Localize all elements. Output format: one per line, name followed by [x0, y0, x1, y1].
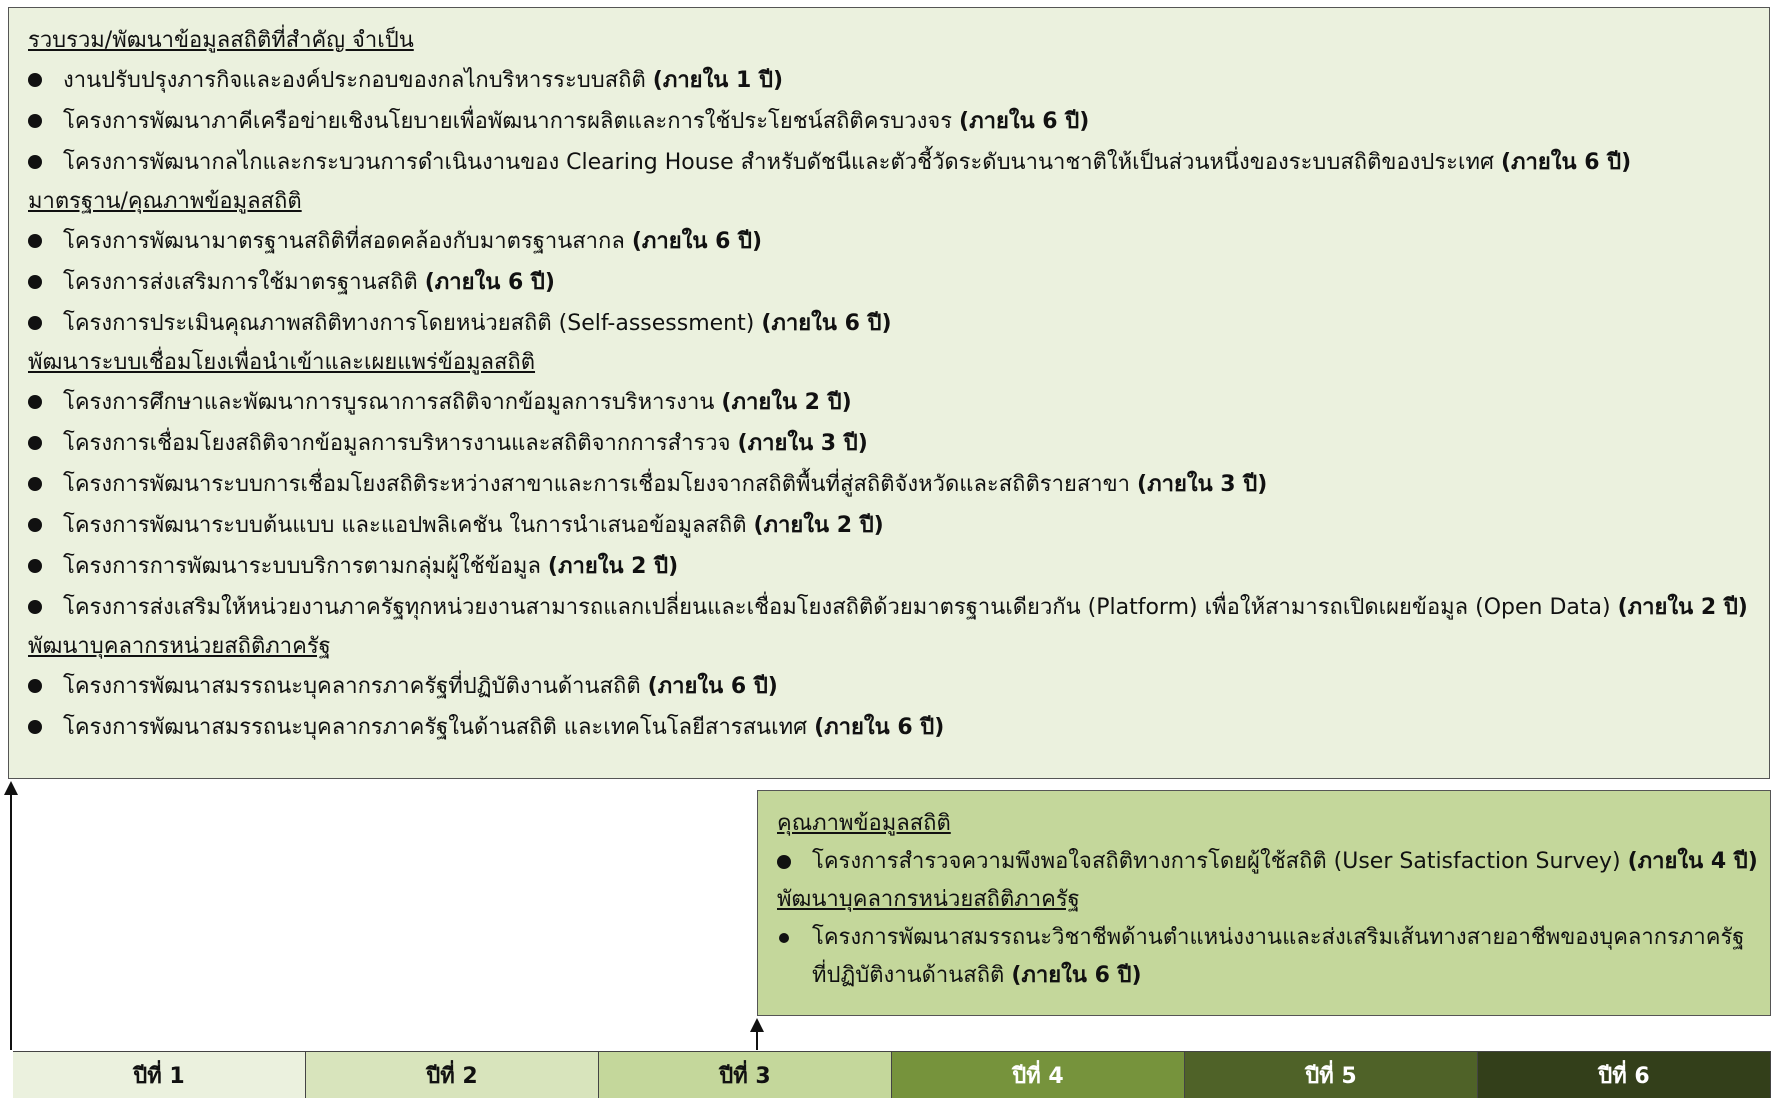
year-cell: ปีที่ 1	[13, 1052, 306, 1098]
arrow-up-year1	[4, 781, 18, 1050]
section-title: มาตรฐาน/คุณภาพข้อมูลสถิติ	[28, 189, 302, 214]
bullet-icon	[28, 518, 42, 532]
list-item: โครงการพัฒนาสมรรถนะวิชาชีพด้านตำแหน่งงาน…	[777, 919, 1770, 957]
item-text: โครงการประเมินคุณภาพสถิติทางการโดยหน่วยส…	[63, 311, 755, 336]
bullet-icon	[28, 720, 42, 734]
bullet-icon	[28, 275, 42, 289]
section-title: คุณภาพข้อมูลสถิติ	[777, 811, 951, 836]
list-item: โครงการพัฒนาสมรรถนะบุคลากรภาครัฐที่ปฏิบั…	[28, 666, 1769, 707]
item-period: (ภายใน 6 ปี)	[1011, 963, 1142, 988]
item-text: โครงการพัฒนาภาคีเครือข่ายเชิงนโยบายเพื่อ…	[63, 109, 953, 134]
bullet-icon	[28, 559, 42, 573]
bullet-icon	[28, 395, 42, 409]
item-text: โครงการส่งเสริมให้หน่วยงานภาครัฐทุกหน่วย…	[63, 595, 1611, 620]
bullet-icon	[28, 600, 42, 614]
bullet-icon	[779, 933, 789, 943]
year-timeline: ปีที่ 1 ปีที่ 2 ปีที่ 3 ปีที่ 4 ปีที่ 5 ปีที่…	[13, 1051, 1771, 1098]
list-item: โครงการส่งเสริมการใช้มาตรฐานสถิติ (ภายใน…	[28, 262, 1769, 303]
list-item: โครงการสำรวจความพึงพอใจสถิติทางการโดยผู้…	[777, 843, 1770, 881]
item-text: งานปรับปรุงภารกิจและองค์ประกอบของกลไกบริ…	[63, 68, 646, 93]
item-period: (ภายใน 1 ปี)	[652, 68, 783, 93]
item-text: โครงการศึกษาและพัฒนาการบูรณาการสถิติจากข…	[63, 390, 722, 415]
year-cell: ปีที่ 4	[892, 1052, 1185, 1098]
list-item: โครงการประเมินคุณภาพสถิติทางการโดยหน่วยส…	[28, 303, 1769, 344]
item-text: โครงการพัฒนากลไกและกระบวนการดำเนินงานของ…	[63, 150, 1494, 175]
item-period: (ภายใน 4 ปี)	[1627, 849, 1758, 874]
item-text: โครงการส่งเสริมการใช้มาตรฐานสถิติ	[63, 270, 418, 295]
item-text: ที่ปฏิบัติงานด้านสถิติ	[812, 963, 1005, 988]
section-title: พัฒนาบุคลากรหน่วยสถิติภาครัฐ	[28, 634, 331, 659]
bullet-icon	[28, 436, 42, 450]
list-item-continued: ที่ปฏิบัติงานด้านสถิติ (ภายใน 6 ปี)	[777, 957, 1770, 995]
list-item: โครงการพัฒนามาตรฐานสถิติที่สอดคล้องกับมา…	[28, 221, 1769, 262]
item-text: โครงการสำรวจความพึงพอใจสถิติทางการโดยผู้…	[812, 849, 1621, 874]
item-period: (ภายใน 2 ปี)	[753, 513, 884, 538]
item-period: (ภายใน 6 ปี)	[814, 715, 945, 740]
bullet-icon	[777, 855, 791, 869]
year-cell: ปีที่ 3	[599, 1052, 892, 1098]
projects-panel-year3: คุณภาพข้อมูลสถิติ โครงการสำรวจความพึงพอใ…	[757, 790, 1771, 1016]
item-period: (ภายใน 6 ปี)	[631, 229, 763, 254]
list-item: โครงการพัฒนาภาคีเครือข่ายเชิงนโยบายเพื่อ…	[28, 101, 1769, 142]
list-item: โครงการพัฒนากลไกและกระบวนการดำเนินงานของ…	[28, 142, 1769, 183]
section-title: รวบรวม/พัฒนาข้อมูลสถิติที่สำคัญ จำเป็น	[28, 28, 414, 53]
item-period: (ภายใน 3 ปี)	[737, 431, 868, 456]
item-text: โครงการพัฒนาสมรรถนะบุคลากรภาครัฐที่ปฏิบั…	[63, 674, 641, 699]
section-title: พัฒนาบุคลากรหน่วยสถิติภาครัฐ	[777, 887, 1080, 912]
item-period: (ภายใน 6 ปี)	[1500, 150, 1632, 175]
item-text: โครงการพัฒนาสมรรถนะบุคลากรภาครัฐในด้านสถ…	[63, 715, 808, 740]
item-text: โครงการพัฒนาสมรรถนะวิชาชีพด้านตำแหน่งงาน…	[812, 925, 1745, 950]
bullet-icon	[28, 155, 42, 169]
item-period: (ภายใน 2 ปี)	[1617, 595, 1748, 620]
bullet-icon	[28, 316, 42, 330]
list-item: โครงการส่งเสริมให้หน่วยงานภาครัฐทุกหน่วย…	[28, 587, 1769, 628]
list-item: โครงการพัฒนาสมรรถนะบุคลากรภาครัฐในด้านสถ…	[28, 707, 1769, 748]
list-item: โครงการการพัฒนาระบบบริการตามกลุ่มผู้ใช้ข…	[28, 546, 1769, 587]
item-period: (ภายใน 2 ปี)	[547, 554, 679, 579]
item-period: (ภายใน 6 ปี)	[424, 270, 555, 295]
item-text: โครงการพัฒนาระบบการเชื่อมโยงสถิติระหว่าง…	[63, 472, 1131, 497]
section-title: พัฒนาระบบเชื่อมโยงเพื่อนำเข้าและเผยแพร่ข…	[28, 350, 536, 375]
year-cell: ปีที่ 6	[1478, 1052, 1771, 1098]
item-text: โครงการพัฒนาระบบต้นแบบ และแอปพลิเคชัน ใน…	[63, 513, 754, 538]
bullet-icon	[28, 234, 42, 248]
bullet-icon	[28, 679, 42, 693]
item-period: (ภายใน 6 ปี)	[761, 311, 892, 336]
item-text: โครงการเชื่อมโยงสถิติจากข้อมูลการบริหารง…	[63, 431, 731, 456]
list-item: โครงการเชื่อมโยงสถิติจากข้อมูลการบริหารง…	[28, 423, 1769, 464]
year-cell: ปีที่ 5	[1185, 1052, 1478, 1098]
arrow-up-year3	[750, 1018, 764, 1050]
list-item: โครงการพัฒนาระบบต้นแบบ และแอปพลิเคชัน ใน…	[28, 505, 1769, 546]
item-period: (ภายใน 2 ปี)	[721, 390, 852, 415]
bullet-icon	[28, 73, 42, 87]
bullet-icon	[28, 477, 42, 491]
year-cell: ปีที่ 2	[306, 1052, 599, 1098]
list-item: โครงการพัฒนาระบบการเชื่อมโยงสถิติระหว่าง…	[28, 464, 1769, 505]
item-text: โครงการการพัฒนาระบบบริการตามกลุ่มผู้ใช้ข…	[63, 554, 541, 579]
item-period: (ภายใน 6 ปี)	[647, 674, 778, 699]
item-text: โครงการพัฒนามาตรฐานสถิติที่สอดคล้องกับมา…	[63, 229, 625, 254]
item-period: (ภายใน 3 ปี)	[1137, 472, 1268, 497]
list-item: โครงการศึกษาและพัฒนาการบูรณาการสถิติจากข…	[28, 382, 1769, 423]
projects-panel-all-years: รวบรวม/พัฒนาข้อมูลสถิติที่สำคัญ จำเป็นงา…	[8, 7, 1770, 779]
bullet-icon	[28, 114, 42, 128]
item-period: (ภายใน 6 ปี)	[959, 109, 1090, 134]
list-item: งานปรับปรุงภารกิจและองค์ประกอบของกลไกบริ…	[28, 60, 1769, 101]
